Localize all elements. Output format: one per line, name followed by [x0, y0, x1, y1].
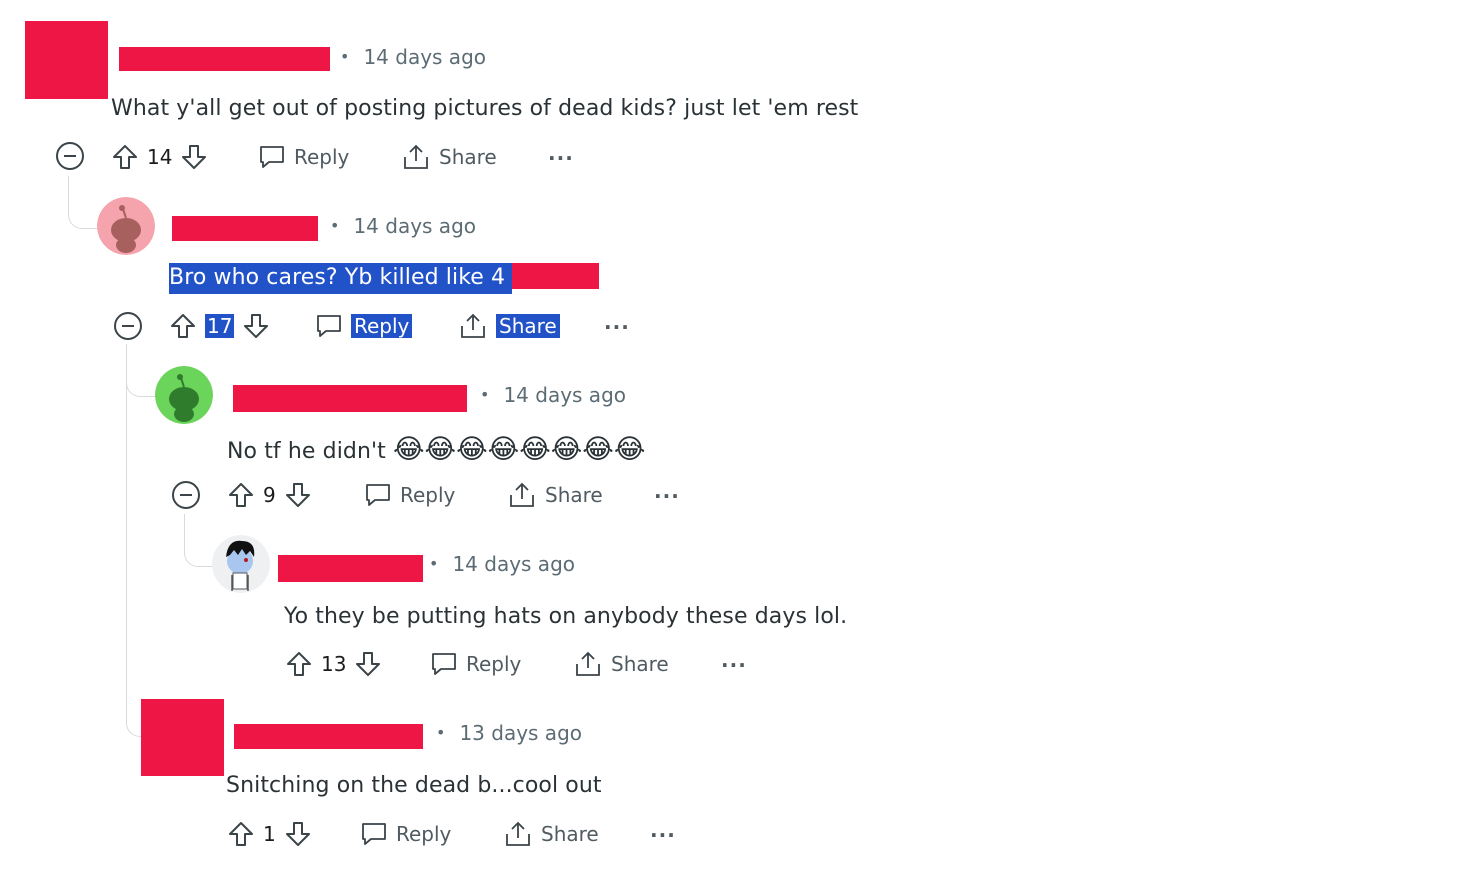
vote-count: 1	[263, 822, 276, 846]
comment-bubble-icon	[362, 823, 386, 845]
username-redacted[interactable]	[119, 47, 330, 71]
text-redacted	[512, 263, 600, 289]
comment-timestamp: • 14 days ago	[480, 383, 626, 407]
reply-button[interactable]: Reply	[258, 143, 349, 171]
share-icon	[404, 144, 428, 169]
downvote-icon[interactable]	[354, 650, 382, 678]
username-redacted[interactable]	[234, 724, 423, 749]
downvote-icon[interactable]	[242, 312, 270, 340]
vote-count: 9	[263, 483, 276, 507]
share-icon	[576, 651, 600, 676]
vote-group: 1	[227, 820, 312, 848]
downvote-icon[interactable]	[284, 820, 312, 848]
downvote-icon[interactable]	[180, 143, 208, 171]
vote-group: 17	[169, 312, 270, 340]
share-button[interactable]: Share	[458, 311, 560, 341]
share-button[interactable]: Share	[503, 819, 599, 849]
reply-button[interactable]: Reply	[315, 312, 413, 340]
comment-body-selected: Bro who cares? Yb killed like 4	[169, 263, 600, 297]
comment-timestamp: • 14 days ago	[330, 214, 476, 238]
thread-line-2a	[126, 344, 127, 684]
reply-button[interactable]: Reply	[360, 820, 451, 848]
reply-button[interactable]: Reply	[364, 481, 455, 509]
share-button[interactable]: Share	[401, 142, 497, 172]
comment-bubble-icon	[366, 484, 390, 506]
share-icon	[461, 313, 485, 338]
user-avatar-custom[interactable]	[212, 535, 270, 593]
more-icon[interactable]: ···	[604, 315, 630, 339]
upvote-icon[interactable]	[285, 650, 313, 678]
upvote-icon[interactable]	[111, 143, 139, 171]
collapse-button[interactable]	[171, 480, 201, 510]
vote-count: 14	[147, 145, 173, 169]
vote-group: 14	[111, 143, 208, 171]
comment-timestamp: • 14 days ago	[429, 552, 575, 576]
vote-group: 9	[227, 481, 312, 509]
avatar-redacted[interactable]	[141, 699, 224, 776]
snoo-avatar-pink[interactable]	[97, 197, 155, 255]
comment-bubble-icon	[432, 653, 456, 675]
comment-body: Yo they be putting hats on anybody these…	[284, 604, 848, 629]
more-icon[interactable]: ···	[548, 146, 574, 170]
reply-button[interactable]: Reply	[430, 650, 521, 678]
laughing-emoji: 😂😂😂😂😂😂😂😂	[393, 434, 646, 465]
collapse-icon	[56, 142, 84, 170]
share-button[interactable]: Share	[573, 649, 669, 679]
comment-timestamp: • 14 days ago	[340, 45, 486, 69]
collapse-icon	[114, 312, 142, 340]
collapse-button[interactable]	[55, 141, 85, 171]
downvote-icon[interactable]	[284, 481, 312, 509]
vote-group: 13	[285, 650, 382, 678]
upvote-icon[interactable]	[169, 312, 197, 340]
username-redacted[interactable]	[172, 216, 318, 241]
collapse-icon	[172, 481, 200, 509]
comment-timestamp: • 13 days ago	[436, 721, 582, 745]
more-icon[interactable]: ···	[721, 653, 747, 677]
thread-line-2c	[126, 682, 141, 737]
share-icon	[506, 821, 530, 846]
vote-count: 13	[321, 652, 347, 676]
username-redacted[interactable]	[278, 555, 423, 582]
thread-line-1	[68, 176, 97, 229]
collapse-button[interactable]	[113, 311, 143, 341]
comment-body: Snitching on the dead b...cool out	[226, 773, 602, 798]
username-redacted[interactable]	[233, 385, 467, 412]
thread-line-3	[184, 514, 213, 567]
thread-line-2b	[126, 344, 155, 397]
comment-body: No tf he didn't 😂😂😂😂😂😂😂😂	[227, 434, 646, 465]
snoo-avatar-green[interactable]	[155, 366, 213, 424]
comment-body: What y'all get out of posting pictures o…	[111, 96, 859, 121]
more-icon[interactable]: ···	[654, 484, 680, 508]
share-icon	[510, 482, 534, 507]
upvote-icon[interactable]	[227, 820, 255, 848]
comment-bubble-icon	[317, 315, 341, 337]
more-icon[interactable]: ···	[650, 823, 676, 847]
vote-count: 17	[205, 314, 235, 338]
upvote-icon[interactable]	[227, 481, 255, 509]
comment-bubble-icon	[260, 146, 284, 168]
avatar-redacted[interactable]	[25, 21, 108, 99]
share-button[interactable]: Share	[507, 480, 603, 510]
